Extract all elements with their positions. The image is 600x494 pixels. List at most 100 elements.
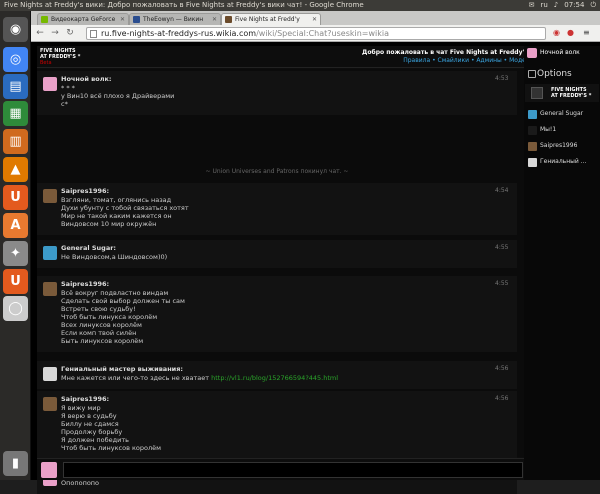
- dash-icon[interactable]: ◉: [3, 17, 28, 42]
- url-path: /wiki/Special:Chat?useskin=wikia: [256, 29, 390, 38]
- ubuntu-one-music-icon[interactable]: U: [3, 269, 28, 294]
- avatar[interactable]: [43, 246, 57, 260]
- forward-icon[interactable]: →: [49, 28, 61, 39]
- options-icon[interactable]: [528, 70, 536, 78]
- tab-favicon-icon: [133, 16, 140, 23]
- message-text: Биллу не сдамся: [61, 420, 119, 428]
- avatar: [41, 462, 57, 478]
- navigation-bar: ← → ↻ ru.five-nights-at-freddys-rus.wiki…: [31, 25, 600, 42]
- message-line: Чтоб быть линукса королём: [61, 313, 157, 321]
- chat-message: Ночной волк: 4:53 * * * у Вин10 всё плохо я…: [37, 71, 517, 115]
- chat-page: FIVE NIGHTS AT FREDDY'S * Beta Добро пож…: [31, 42, 600, 494]
- message-author[interactable]: Гениальный мастер выживания:: [61, 365, 183, 373]
- message-line: Если комп твой силён: [61, 329, 136, 337]
- options-button[interactable]: Options: [537, 69, 572, 79]
- message-author[interactable]: Saipres1996:: [61, 187, 109, 195]
- leave-notice: ~ Union Universes and Patrons покинул ча…: [205, 168, 349, 175]
- writer-icon[interactable]: ▤: [3, 74, 28, 99]
- tab-theeowyn[interactable]: TheEowyn — Викин ✕: [129, 13, 221, 25]
- message-author[interactable]: General Sugar:: [61, 244, 116, 252]
- message-line: Всех линуксов королём: [61, 321, 142, 329]
- message-text: Чтоб быть линуксов королём: [61, 444, 162, 452]
- room-header[interactable]: FIVE NIGHTS AT FREDDY'S *: [525, 84, 599, 102]
- software-center-icon[interactable]: A: [3, 213, 28, 238]
- chat-message: Saipres1996: 4:56 Я вижу мир Я верю в судьб…: [37, 391, 517, 459]
- tab-geforce[interactable]: Видеокарта GeForce ✕: [37, 13, 129, 25]
- room-line: AT FREDDY'S *: [551, 93, 592, 99]
- header-links[interactable]: Правила • Смайлики • Админы • Модераторы: [362, 57, 549, 65]
- message-input[interactable]: [63, 462, 523, 478]
- avatar[interactable]: [43, 397, 57, 411]
- user-name: Saipres1996: [540, 142, 578, 149]
- chat-input-row: [37, 458, 553, 480]
- message-text: Я верю в судьбу: [61, 412, 117, 420]
- message-author[interactable]: Saipres1996:: [61, 395, 109, 403]
- url-domain: ru.five-nights-at-freddys-rus.wikia.com: [101, 29, 257, 38]
- avatar[interactable]: [43, 367, 57, 381]
- chat-message: General Sugar: 4:55 Не Виндовсом,а Шиндовс…: [37, 240, 517, 268]
- message-time: 4:55: [495, 244, 509, 251]
- avatar[interactable]: [43, 189, 57, 203]
- close-icon[interactable]: ✕: [312, 14, 317, 25]
- message-time: 4:55: [495, 280, 509, 287]
- chat-message: Saipres1996: 4:55 Всё вокруг подвластно ви…: [37, 276, 517, 352]
- volume-icon[interactable]: ♪: [554, 0, 558, 11]
- wiki-logo[interactable]: FIVE NIGHTS AT FREDDY'S * Beta: [40, 48, 100, 66]
- user-list-item[interactable]: Мы!1: [528, 124, 600, 136]
- message-text: у Вин10 всё плохо я Драйверами: [61, 92, 175, 100]
- trash-icon[interactable]: ▮: [3, 451, 28, 476]
- message-time: 4:54: [495, 187, 509, 194]
- message-time: 4:56: [495, 395, 509, 402]
- self-username[interactable]: Ночной волк: [540, 49, 580, 56]
- message-text: Мне кажется или чего-то здесь не хватает: [61, 374, 212, 382]
- user-name: General Sugar: [540, 110, 584, 117]
- extension-icon[interactable]: ◉: [553, 28, 560, 37]
- message-text: Не Виндовсом,а Шиндовсом)0): [61, 253, 168, 261]
- disc-icon[interactable]: ◯: [3, 296, 28, 321]
- reload-icon[interactable]: ↻: [64, 28, 76, 39]
- user-list-item[interactable]: Saipres1996: [528, 140, 600, 152]
- user-list-item[interactable]: General Sugar: [528, 108, 600, 120]
- message-author[interactable]: Ночной волк:: [61, 75, 112, 83]
- message-line: Продолжу борьбу: [61, 428, 122, 436]
- avatar: [528, 126, 537, 135]
- chrome-icon[interactable]: ◎: [3, 47, 28, 72]
- clock[interactable]: 07:54: [564, 0, 584, 11]
- message-text: Мир не такой каким кажется он: [61, 212, 172, 220]
- adblock-icon[interactable]: ●: [567, 28, 574, 37]
- avatar[interactable]: [43, 282, 57, 296]
- message-line: Мир не такой каким кажется он: [61, 212, 172, 220]
- calc-icon[interactable]: ▦: [3, 101, 28, 126]
- user-list-item[interactable]: Гениальный ...: [528, 156, 600, 168]
- message-line: Духи убунту с тобой связаться хотят: [61, 204, 189, 212]
- mail-icon[interactable]: ✉: [529, 0, 535, 11]
- message-line: * * *: [61, 84, 75, 92]
- close-icon[interactable]: ✕: [212, 14, 217, 25]
- address-bar[interactable]: ru.five-nights-at-freddys-rus.wikia.com/…: [86, 27, 546, 40]
- avatar[interactable]: [43, 77, 57, 91]
- avatar: [528, 110, 537, 119]
- message-text: Всех линуксов королём: [61, 321, 142, 329]
- message-text: с*: [61, 100, 68, 108]
- vlc-icon[interactable]: ▲: [3, 157, 28, 182]
- tab-fnaf-chat[interactable]: Five Nights at Fredd'y ✕: [221, 13, 321, 25]
- message-text: Духи убунту с тобой связаться хотят: [61, 204, 189, 212]
- ubuntu-one-icon[interactable]: U: [3, 185, 28, 210]
- tab-favicon-icon: [41, 16, 48, 23]
- keyboard-layout[interactable]: ru: [540, 0, 547, 11]
- back-icon[interactable]: ←: [34, 28, 46, 39]
- message-link[interactable]: http://vl1.ru/blog/152766594?445.html: [211, 374, 338, 382]
- message-line: Я верю в судьбу: [61, 412, 117, 420]
- settings-icon[interactable]: ✦: [3, 241, 28, 266]
- chat-message: Гениальный мастер выживания: 4:56 Мне каже…: [37, 361, 517, 389]
- impress-icon[interactable]: ▥: [3, 129, 28, 154]
- close-icon[interactable]: ✕: [120, 14, 125, 25]
- chat-header: FIVE NIGHTS AT FREDDY'S * Beta Добро пож…: [37, 46, 553, 68]
- message-line: Сделать свой выбор должен ты сам: [61, 297, 185, 305]
- menu-icon[interactable]: ≡: [583, 28, 590, 37]
- window-title: Five Nights at Freddy's вики: Добро пожа…: [4, 1, 364, 9]
- page-info-icon[interactable]: [90, 30, 97, 38]
- message-text: * * *: [61, 84, 75, 92]
- power-icon[interactable]: ⏻: [590, 0, 596, 11]
- message-author[interactable]: Saipres1996:: [61, 280, 109, 288]
